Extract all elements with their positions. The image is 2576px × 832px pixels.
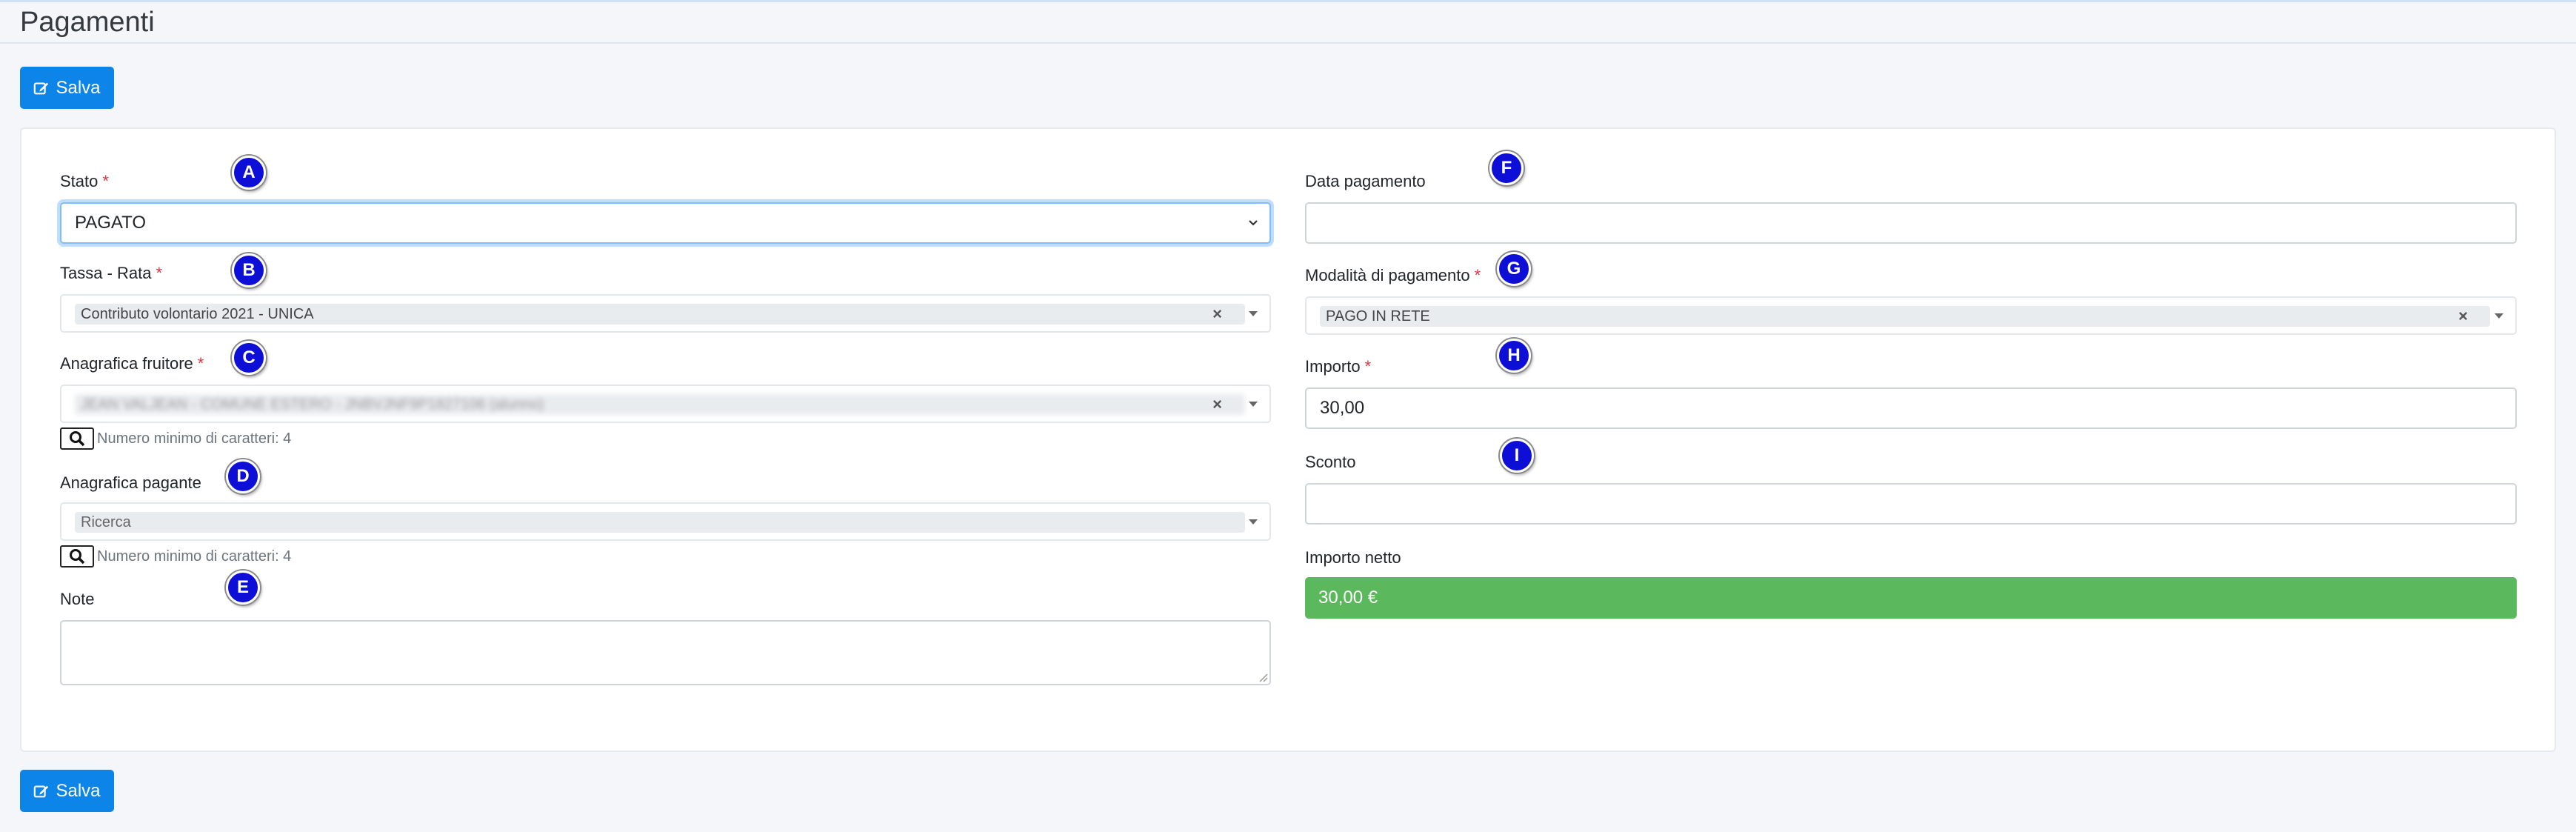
chevron-down-icon [1249, 220, 1258, 226]
note-label: Note [60, 590, 95, 608]
page-title: Pagamenti [20, 7, 155, 38]
clear-icon[interactable]: × [2458, 307, 2468, 326]
dropdown-arrow-icon[interactable] [1249, 519, 1258, 525]
save-button-label: Salva [56, 780, 101, 801]
importo-netto-value: 30,00 € [1318, 588, 1378, 608]
data-pagamento-input[interactable] [1305, 202, 2517, 244]
anagrafica-fruitore-select[interactable]: JEAN VALJEAN - COMUNE ESTERO - JNBVJNF9P… [60, 385, 1271, 423]
stato-label: Stato * [60, 172, 109, 190]
importo-netto-display: 30,00 € [1305, 577, 2517, 619]
save-button-label: Salva [56, 77, 101, 98]
anagrafica-pagante-select[interactable]: Ricerca [60, 502, 1271, 541]
tassa-rata-select[interactable]: Contributo volontario 2021 - UNICA × [60, 294, 1271, 333]
stato-select[interactable]: PAGATO [60, 202, 1271, 244]
save-button-top[interactable]: Salva [20, 67, 114, 109]
sconto-label: Sconto [1305, 453, 1356, 471]
page-header: Pagamenti [0, 2, 2576, 44]
modalita-pagamento-select[interactable]: PAGO IN RETE × [1305, 296, 2517, 335]
search-fruitore-button[interactable] [60, 427, 94, 450]
marker-g: G [1497, 252, 1531, 286]
marker-h: H [1497, 339, 1531, 373]
data-pagamento-label: Data pagamento [1305, 172, 1426, 190]
importo-label: Importo * [1305, 357, 1372, 376]
required-asterisk: * [1474, 266, 1481, 284]
tassa-rata-label: Tassa - Rata * [60, 264, 163, 282]
marker-a: A [232, 156, 266, 190]
edit-icon [34, 785, 49, 797]
anagrafica-pagante-placeholder: Ricerca [75, 512, 1245, 533]
save-button-bottom[interactable]: Salva [20, 770, 114, 812]
marker-c: C [232, 341, 266, 375]
note-textarea[interactable] [60, 620, 1271, 685]
clear-icon[interactable]: × [1212, 304, 1222, 324]
marker-f: F [1489, 151, 1524, 185]
required-asterisk: * [156, 264, 163, 282]
anagrafica-pagante-label: Anagrafica pagante [60, 473, 201, 492]
search-icon [70, 431, 85, 447]
clear-icon[interactable]: × [1212, 395, 1222, 414]
importo-value: 30,00 [1320, 398, 1365, 418]
sconto-input[interactable] [1305, 483, 2517, 525]
stato-value: PAGATO [75, 213, 147, 233]
modalita-pagamento-value: PAGO IN RETE [1320, 306, 2490, 327]
fruitore-hint: Numero minimo di caratteri: 4 [97, 430, 292, 447]
tassa-rata-value: Contributo volontario 2021 - UNICA [75, 304, 1245, 325]
search-icon [70, 549, 85, 565]
modalita-pagamento-label: Modalità di pagamento * [1305, 266, 1481, 284]
form-card: Stato * PAGATO Tassa - Rata * Contributo v… [20, 127, 2556, 752]
edit-icon [34, 81, 49, 94]
dropdown-arrow-icon[interactable] [1249, 402, 1258, 407]
dropdown-arrow-icon[interactable] [2495, 313, 2503, 319]
importo-netto-label: Importo netto [1305, 548, 1401, 567]
required-asterisk: * [1364, 357, 1372, 376]
pagante-hint: Numero minimo di caratteri: 4 [97, 548, 292, 565]
importo-input[interactable]: 30,00 [1305, 387, 2517, 429]
marker-b: B [232, 253, 266, 287]
resize-grip-icon[interactable] [1258, 672, 1268, 682]
anagrafica-fruitore-value: JEAN VALJEAN - COMUNE ESTERO - JNBVJNF9P… [75, 394, 1245, 415]
required-asterisk: * [197, 354, 204, 373]
anagrafica-fruitore-label: Anagrafica fruitore * [60, 354, 204, 373]
marker-d: D [226, 459, 260, 493]
marker-e: E [226, 570, 260, 605]
dropdown-arrow-icon[interactable] [1249, 311, 1258, 316]
marker-i: I [1500, 439, 1534, 473]
search-pagante-button[interactable] [60, 545, 94, 568]
required-asterisk: * [102, 172, 109, 190]
